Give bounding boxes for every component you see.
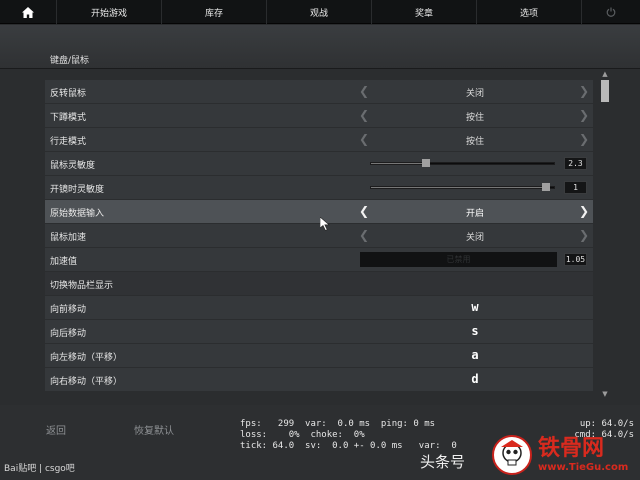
setting-invert-mouse[interactable]: 反转鼠标 ❮ 关闭 ❯: [45, 80, 593, 103]
skull-logo-icon: [492, 435, 532, 475]
setting-value: 开启: [465, 209, 484, 219]
slider-fill: [371, 187, 545, 188]
arrow-left-icon[interactable]: ❮: [359, 108, 369, 122]
setting-label: 行走模式: [50, 137, 87, 147]
page-title: 键盘/鼠标: [50, 56, 90, 66]
arrow-left-icon[interactable]: ❮: [359, 132, 369, 146]
zoom-sensitivity-input[interactable]: 1: [564, 181, 587, 194]
sensitivity-input[interactable]: 2.3: [564, 157, 587, 170]
netgraph-line: up: 64.0/s: [579, 419, 634, 429]
arrow-right-icon[interactable]: ❯: [579, 204, 589, 218]
slider-fill: [371, 163, 426, 164]
tab-inventory[interactable]: 库存: [162, 0, 267, 24]
netgraph-line: fps: 299 var: 0.0 ms ping: 0 ms: [240, 419, 436, 429]
header-strip: [0, 25, 640, 69]
scroll-down-icon[interactable]: ▼: [600, 390, 610, 398]
power-icon: [606, 7, 616, 17]
setting-label: 开镜时灵敏度: [50, 185, 105, 195]
home-icon: [22, 6, 34, 18]
scrollbar[interactable]: ▲ ▼: [600, 70, 610, 400]
tab-options[interactable]: 选项: [477, 0, 582, 24]
setting-zoom-sensitivity: 开镜时灵敏度 1: [45, 176, 593, 199]
tab-awards[interactable]: 奖章: [372, 0, 477, 24]
accel-disabled-field: 已禁用: [360, 252, 557, 267]
accel-value-input: 1.05: [564, 253, 587, 266]
arrow-right-icon[interactable]: ❯: [579, 108, 589, 122]
arrow-right-icon[interactable]: ❯: [579, 84, 589, 98]
tab-watch[interactable]: 观战: [267, 0, 372, 24]
setting-label: 下蹲模式: [50, 113, 87, 123]
arrow-left-icon[interactable]: ❮: [359, 228, 369, 242]
keybind-move-right[interactable]: 向右移动（平移） d: [45, 368, 593, 391]
setting-toggle-inventory[interactable]: 切换物品栏显示: [45, 272, 593, 295]
scroll-up-icon[interactable]: ▲: [600, 70, 610, 78]
slider-handle[interactable]: [421, 159, 430, 167]
setting-crouch-mode[interactable]: 下蹲模式 ❮ 按住 ❯: [45, 104, 593, 127]
toutiao-watermark: 头条号: [420, 453, 466, 471]
power-button[interactable]: [582, 0, 640, 24]
setting-label: 反转鼠标: [50, 89, 87, 99]
setting-value: 关闭: [465, 233, 484, 243]
netgraph-line: loss: 0% choke: 0%: [240, 430, 365, 440]
keybind-key[interactable]: d: [445, 372, 505, 386]
sensitivity-slider[interactable]: [370, 162, 555, 165]
setting-raw-input[interactable]: 原始数据输入 ❮ 开启 ❯: [45, 200, 593, 223]
logo-url: www.TieGu.com: [538, 462, 629, 473]
setting-label: 加速值: [50, 257, 78, 267]
setting-mouse-sensitivity: 鼠标灵敏度 2.3: [45, 152, 593, 175]
arrow-left-icon[interactable]: ❮: [359, 84, 369, 98]
setting-label: 鼠标加速: [50, 233, 87, 243]
setting-label: 切换物品栏显示: [50, 281, 114, 291]
restore-defaults-button[interactable]: 恢复默认: [134, 422, 174, 437]
back-button[interactable]: 返回: [46, 422, 66, 437]
arrow-left-icon[interactable]: ❮: [359, 204, 369, 218]
keybind-label: 向前移动: [50, 305, 87, 315]
keybind-key[interactable]: a: [445, 348, 505, 362]
baidu-watermark: Bai贴吧 | csgo吧: [4, 464, 75, 474]
tab-play[interactable]: 开始游戏: [57, 0, 162, 24]
keybind-label: 向左移动（平移）: [50, 353, 123, 363]
top-nav: 开始游戏 库存 观战 奖章 选项: [0, 0, 640, 24]
keybind-move-left[interactable]: 向左移动（平移） a: [45, 344, 593, 367]
arrow-right-icon[interactable]: ❯: [579, 132, 589, 146]
setting-value: 关闭: [465, 89, 484, 99]
setting-label: 原始数据输入: [50, 209, 105, 219]
setting-mouse-accel[interactable]: 鼠标加速 ❮ 关闭 ❯: [45, 224, 593, 247]
logo-chinese: 铁骨网: [538, 436, 605, 461]
setting-walk-mode[interactable]: 行走模式 ❮ 按住 ❯: [45, 128, 593, 151]
settings-list: 反转鼠标 ❮ 关闭 ❯ 下蹲模式 ❮ 按住 ❯ 行走模式 ❮ 按住 ❯ 鼠标灵敏…: [45, 80, 593, 392]
arrow-right-icon[interactable]: ❯: [579, 228, 589, 242]
keybind-move-back[interactable]: 向后移动 s: [45, 320, 593, 343]
keybind-key[interactable]: w: [445, 300, 505, 314]
keybind-label: 向后移动: [50, 329, 87, 339]
keybind-key[interactable]: s: [445, 324, 505, 338]
logo-text: 铁骨网 www.TieGu.com: [538, 436, 628, 474]
netgraph-stats: fps: 299 var: 0.0 ms ping: 0 ms loss: 0% …: [240, 419, 457, 452]
tiegu-logo: 铁骨网 www.TieGu.com: [492, 432, 638, 478]
keybind-label: 向右移动（平移）: [50, 377, 123, 387]
setting-label: 鼠标灵敏度: [50, 161, 96, 171]
setting-value: 按住: [465, 137, 484, 147]
setting-value: 按住: [465, 113, 484, 123]
keybind-move-forward[interactable]: 向前移动 w: [45, 296, 593, 319]
slider-handle[interactable]: [541, 183, 550, 191]
setting-accel-value: 加速值 已禁用 1.05: [45, 248, 593, 271]
scrollbar-thumb[interactable]: [601, 80, 609, 102]
home-button[interactable]: [0, 0, 57, 24]
mouse-cursor-icon: [320, 217, 330, 231]
zoom-sensitivity-slider[interactable]: [370, 186, 555, 189]
